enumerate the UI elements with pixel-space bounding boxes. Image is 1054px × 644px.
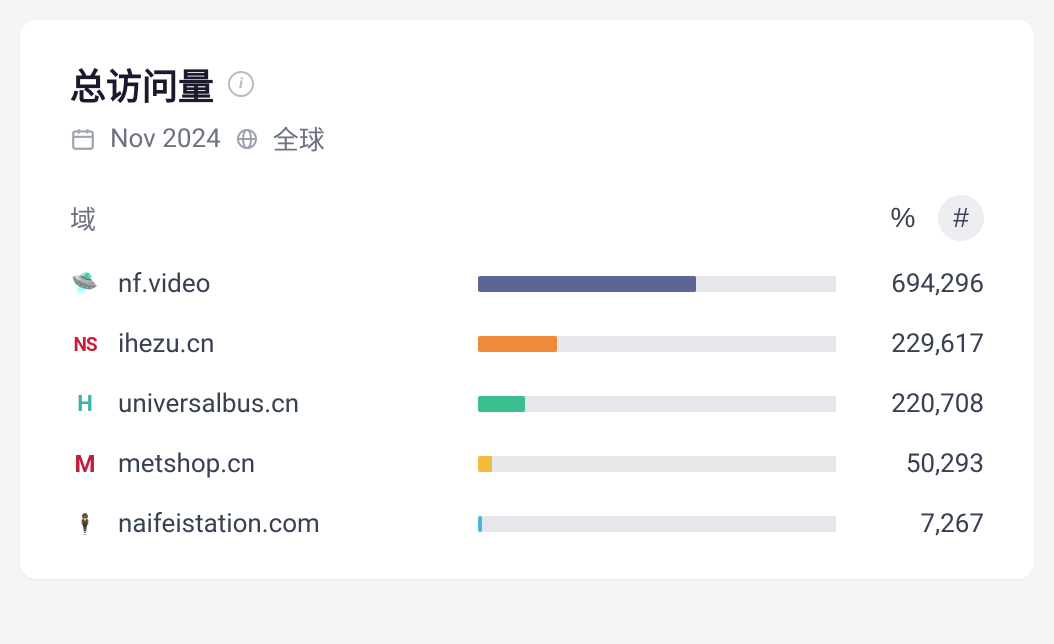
favicon-icon: 🕴	[70, 509, 100, 539]
count-toggle[interactable]: #	[938, 195, 984, 241]
table-row: Huniversalbus.cn 220,708	[70, 389, 984, 419]
percent-toggle[interactable]: %	[880, 195, 926, 241]
domain-name[interactable]: metshop.cn	[118, 449, 478, 479]
region-label: 全球	[273, 120, 325, 157]
bar-fill	[478, 336, 557, 352]
visits-card: 总访问量 i Nov 2024 全球 域 % # 🛸nf.vi	[20, 20, 1034, 579]
table-row: 🕴 naifeistation.com 7,267	[70, 509, 984, 539]
table-row: Mmetshop.cn 50,293	[70, 449, 984, 479]
value-label: 50,293	[864, 449, 984, 479]
bar-track	[478, 516, 836, 532]
card-header: 总访问量 i	[70, 58, 984, 110]
domain-name[interactable]: ihezu.cn	[118, 329, 478, 359]
value-label: 694,296	[864, 269, 984, 299]
table-row: 🛸 nf.video 694,296	[70, 269, 984, 299]
date-label: Nov 2024	[110, 124, 221, 154]
toggle-group: % #	[880, 195, 984, 241]
domain-name[interactable]: universalbus.cn	[118, 389, 478, 419]
bar-fill	[478, 276, 696, 292]
card-subheader: Nov 2024 全球	[70, 120, 984, 157]
globe-icon	[235, 127, 259, 151]
bar-track	[478, 456, 836, 472]
domain-name[interactable]: nf.video	[118, 269, 478, 299]
bar-fill	[478, 456, 492, 472]
calendar-icon	[70, 126, 96, 152]
info-icon[interactable]: i	[228, 71, 254, 97]
bar-fill	[478, 396, 525, 412]
bar-fill	[478, 516, 482, 532]
data-rows: 🛸 nf.video 694,296 NS ihezu.cn 229,617 Huniver…	[70, 269, 984, 539]
bar-track	[478, 396, 836, 412]
value-label: 220,708	[864, 389, 984, 419]
table-row: NS ihezu.cn 229,617	[70, 329, 984, 359]
value-label: 7,267	[864, 509, 984, 539]
bar-track	[478, 336, 836, 352]
favicon-icon: H	[70, 389, 100, 419]
domain-name[interactable]: naifeistation.com	[118, 509, 478, 539]
domain-column-label: 域	[70, 200, 96, 237]
card-title: 总访问量	[70, 58, 214, 110]
favicon-icon: 🛸	[70, 269, 100, 299]
favicon-icon: M	[70, 449, 100, 479]
value-label: 229,617	[864, 329, 984, 359]
favicon-icon: NS	[70, 329, 100, 359]
bar-track	[478, 276, 836, 292]
columns-header: 域 % #	[70, 195, 984, 241]
